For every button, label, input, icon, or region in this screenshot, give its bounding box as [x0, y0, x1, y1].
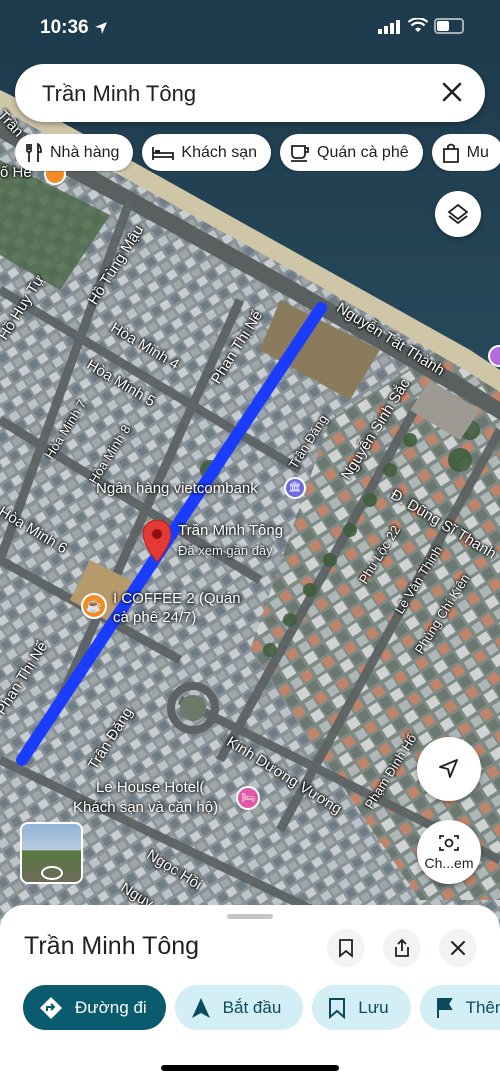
status-time: 10:36 [40, 17, 89, 38]
poi-hotel-line1[interactable]: Le House Hotel( [96, 779, 204, 797]
chip-label: Mu [466, 143, 489, 161]
save-button[interactable]: Lưu [312, 985, 411, 1030]
my-location-button[interactable] [417, 737, 481, 801]
category-chips: Nhà hàng Khách sạn Quán cà phê Mu [15, 134, 500, 172]
selected-place-note: Đã xem gần đây [178, 543, 273, 558]
hotel-icon [152, 146, 175, 160]
save-label: Lưu [358, 997, 389, 1017]
signal-icon [378, 20, 402, 34]
coffee-marker-icon[interactable]: ☕ [81, 593, 107, 619]
close-sheet-button[interactable] [439, 929, 477, 967]
selected-place-name[interactable]: Trần Minh Tông [178, 522, 283, 540]
place-sheet[interactable]: Trần Minh Tông Đường đi Bắt đầu Lưu Thên [0, 905, 500, 1080]
add-label-label: Thên [465, 997, 500, 1017]
bookmark-icon [329, 997, 346, 1019]
bank-icon: 🏛 [288, 482, 302, 493]
battery-icon [434, 18, 464, 34]
navigation-arrow-icon [439, 759, 458, 778]
location-arrow-icon [95, 22, 107, 34]
save-icon-button[interactable] [327, 929, 365, 967]
navigation-icon [191, 997, 210, 1018]
start-button[interactable]: Bắt đầu [174, 985, 304, 1030]
shopping-bag-icon [442, 143, 459, 163]
street-view-icon [41, 866, 63, 880]
sheet-handle[interactable] [227, 914, 273, 919]
restaurant-icon [26, 142, 42, 162]
share-button[interactable] [383, 929, 421, 967]
chip-restaurants[interactable]: Nhà hàng [15, 134, 134, 171]
hotel-marker-icon[interactable]: 🛏 [236, 786, 260, 810]
action-buttons: Đường đi Bắt đầu Lưu Thên [23, 985, 500, 1031]
directions-icon [40, 996, 62, 1019]
place-title: Trần Minh Tông [24, 932, 200, 960]
close-icon [451, 941, 465, 955]
street-view-thumbnail[interactable] [20, 822, 83, 884]
status-bar: 10:36 [0, 0, 500, 56]
poi-coffee-line2[interactable]: cà phê 24/7) [113, 609, 196, 627]
bank-marker[interactable]: 🏛 [284, 477, 306, 499]
close-icon[interactable] [437, 77, 467, 107]
chip-label: Nhà hàng [50, 143, 120, 161]
share-icon [395, 938, 409, 957]
chip-label: Khách sạn [181, 143, 257, 161]
chip-coffee[interactable]: Quán cà phê [280, 134, 423, 171]
search-bar[interactable]: Trần Minh Tông [15, 64, 485, 122]
add-label-button[interactable]: Thên [419, 985, 500, 1030]
coffee-icon [291, 144, 309, 162]
chip-shopping[interactable]: Mu [431, 134, 500, 171]
bookmark-icon [339, 939, 353, 958]
directions-label: Đường đi [75, 997, 147, 1017]
home-indicator[interactable] [161, 1065, 339, 1071]
lens-button[interactable]: Ch...em [417, 820, 481, 884]
flag-icon [436, 997, 453, 1018]
camera-search-icon [439, 835, 459, 851]
chip-hotels[interactable]: Khách sạn [142, 134, 271, 171]
lens-label: Ch...em [424, 855, 474, 871]
poi-hotel-line2[interactable]: Khách sạn và căn hộ) [73, 799, 218, 817]
wifi-icon [407, 17, 429, 39]
start-label: Bắt đầu [222, 997, 282, 1017]
layers-icon [447, 203, 469, 225]
layers-button[interactable] [435, 191, 481, 237]
directions-button[interactable]: Đường đi [23, 985, 166, 1030]
poi-coffee-line1[interactable]: I COFFEE 2 (Quán [113, 590, 241, 608]
search-query[interactable]: Trần Minh Tông [42, 81, 196, 107]
chip-label: Quán cà phê [317, 143, 409, 161]
poi-vietcombank[interactable]: Ngân hàng vietcombank [96, 480, 258, 498]
